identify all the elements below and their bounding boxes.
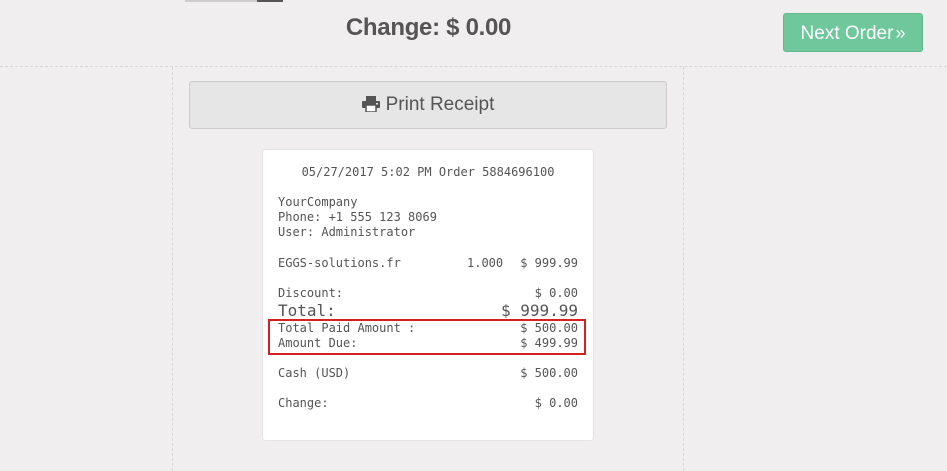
print-receipt-label: Print Receipt — [385, 94, 495, 115]
highlight-annotation-box — [268, 319, 586, 355]
receipt-total-row: Total: $ 999.99 — [278, 302, 578, 320]
receipt-discount-label: Discount: — [278, 286, 344, 300]
receipt-payment-label: Cash (USD) — [278, 366, 351, 380]
receipt-item-row: EGGS-solutions.fr 1.000 $ 999.99 — [278, 256, 578, 271]
receipt-phone: Phone: +1 555 123 8069 — [278, 210, 437, 224]
receipt-item-price: $ 999.99 — [520, 256, 578, 270]
top-bar: Change: $ 0.00 Next Order» — [0, 0, 947, 67]
receipt-item-qty: 1.000 — [467, 256, 504, 270]
receipt-item-name: EGGS-solutions.fr — [278, 256, 401, 270]
printer-icon — [361, 96, 380, 113]
change-title: Change: $ 0.00 — [345, 14, 512, 41]
next-order-label: Next Order — [800, 23, 894, 44]
next-order-button[interactable]: Next Order» — [783, 13, 923, 52]
receipt-discount-row: Discount: $ 0.00 — [278, 286, 578, 301]
top-tab-indicator — [185, 0, 257, 2]
receipt-total-value: $ 999.99 — [500, 301, 578, 320]
column-divider-left — [172, 67, 173, 471]
receipt-discount-value: $ 0.00 — [534, 286, 578, 300]
receipt-user: User: Administrator — [278, 225, 416, 239]
receipt-header-line: 05/27/2017 5:02 PM Order 5884696100 — [301, 165, 555, 179]
receipt-total-label: Total: — [278, 301, 336, 320]
receipt: 05/27/2017 5:02 PM Order 5884696100 Your… — [262, 149, 594, 441]
top-tab-indicator-active — [257, 0, 283, 2]
receipt-change-row: Change: $ 0.00 — [278, 396, 578, 411]
column-divider-right — [683, 67, 684, 471]
receipt-change-label: Change: — [278, 396, 329, 410]
receipt-payment-value: $ 500.00 — [520, 366, 578, 380]
print-receipt-button[interactable]: Print Receipt — [189, 81, 667, 129]
receipt-payment-row: Cash (USD) $ 500.00 — [278, 366, 578, 381]
receipt-company: YourCompany — [278, 195, 358, 209]
double-chevron-right-icon: » — [895, 23, 906, 43]
receipt-change-value: $ 0.00 — [534, 396, 578, 410]
